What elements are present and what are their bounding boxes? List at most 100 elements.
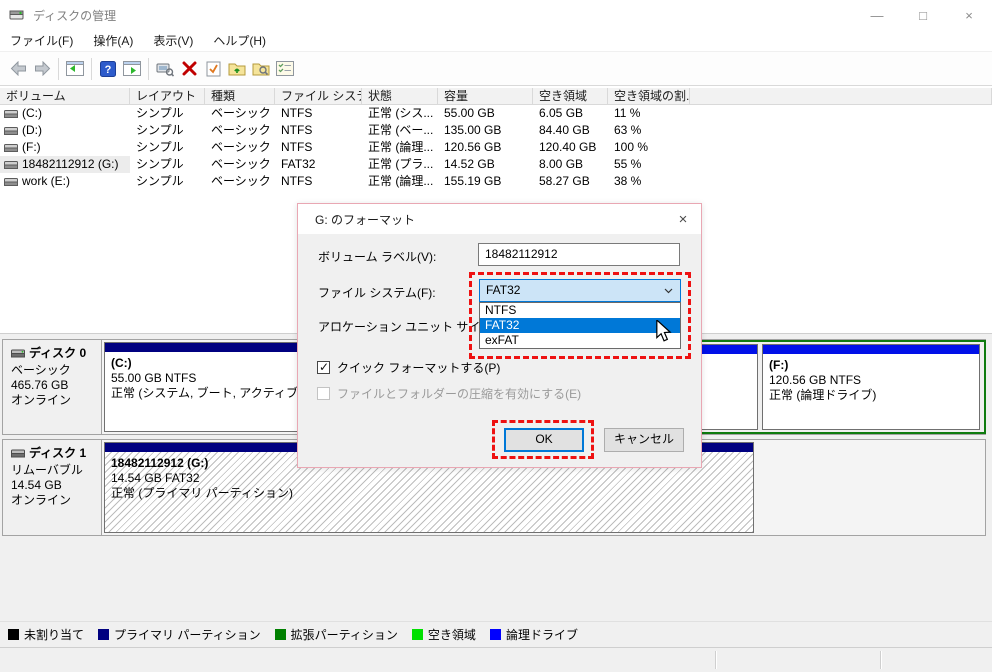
compression-checkbox (317, 387, 330, 400)
dialog-close-icon[interactable]: × (674, 210, 692, 228)
volume-layout: シンプル (130, 173, 205, 190)
volume-row[interactable]: work (E:) シンプル ベーシック NTFS 正常 (論理... 155.… (0, 173, 992, 190)
disk0-label[interactable]: ディスク 0 ベーシック 465.76 GB オンライン (3, 340, 102, 434)
column-header-layout[interactable]: レイアウト (130, 88, 205, 105)
volume-status: 正常 (シス... (362, 105, 438, 122)
folder-up-icon[interactable] (225, 57, 249, 81)
volume-icon (4, 160, 18, 170)
volume-status: 正常 (ベー... (362, 122, 438, 139)
folder-search-icon[interactable] (249, 57, 273, 81)
volume-type: ベーシック (205, 122, 275, 139)
volume-list-header: ボリューム レイアウト 種類 ファイル システム 状態 容量 空き領域 空き領域… (0, 88, 992, 105)
menu-file[interactable]: ファイル(F) (0, 30, 83, 52)
volume-capacity: 135.00 GB (438, 122, 533, 139)
volume-row[interactable]: (F:) シンプル ベーシック NTFS 正常 (論理... 120.56 GB… (0, 139, 992, 156)
volume-capacity: 155.19 GB (438, 173, 533, 190)
minimize-button[interactable]: — (854, 0, 900, 30)
volume-row[interactable]: (D:) シンプル ベーシック NTFS 正常 (ベー... 135.00 GB… (0, 122, 992, 139)
dropdown-option-ntfs[interactable]: NTFS (480, 303, 680, 318)
menu-help[interactable]: ヘルプ(H) (203, 30, 276, 52)
volume-fs: NTFS (275, 105, 362, 122)
volume-name: 18482112912 (G:) (22, 156, 119, 173)
compression-checkrow: ファイルとフォルダーの圧縮を有効にする(E) (317, 385, 581, 402)
disk0-size: 465.76 GB (11, 378, 101, 393)
volume-name: (F:) (22, 139, 41, 156)
title-bar: ディスクの管理 — □ × (0, 0, 992, 30)
column-header-filesystem[interactable]: ファイル システム (275, 88, 362, 105)
disk1-size: 14.54 GB (11, 478, 101, 493)
volume-free-pct: 55 % (608, 156, 690, 173)
disk-management-window: ディスクの管理 — □ × ファイル(F) 操作(A) 表示(V) ヘルプ(H)… (0, 0, 992, 672)
volume-status: 正常 (論理... (362, 173, 438, 190)
disk0-type: ベーシック (11, 363, 101, 378)
volume-status: 正常 (プラ... (362, 156, 438, 173)
volume-free-pct: 63 % (608, 122, 690, 139)
cancel-button[interactable]: キャンセル (604, 428, 684, 452)
volume-fs: NTFS (275, 139, 362, 156)
column-header-type[interactable]: 種類 (205, 88, 275, 105)
volume-fs: NTFS (275, 173, 362, 190)
column-header-free-pct[interactable]: 空き領域の割... (608, 88, 690, 105)
partition-f[interactable]: (F:) 120.56 GB NTFS 正常 (論理ドライブ) (762, 344, 980, 430)
maximize-button[interactable]: □ (900, 0, 946, 30)
menu-action[interactable]: 操作(A) (83, 30, 143, 52)
volume-name: work (E:) (22, 173, 70, 190)
toolbar: ? (0, 52, 992, 86)
disk1-status: オンライン (11, 493, 101, 508)
volume-layout: シンプル (130, 105, 205, 122)
volume-type: ベーシック (205, 105, 275, 122)
volume-row[interactable]: (C:) シンプル ベーシック NTFS 正常 (シス... 55.00 GB … (0, 105, 992, 122)
volume-row[interactable]: 18482112912 (G:) シンプル ベーシック FAT32 正常 (プラ… (0, 156, 992, 173)
column-header-volume[interactable]: ボリューム (0, 88, 130, 105)
properties-check-icon[interactable] (201, 57, 225, 81)
volume-name: (C:) (22, 105, 42, 122)
column-header-free[interactable]: 空き領域 (533, 88, 608, 105)
volume-type: ベーシック (205, 156, 275, 173)
volume-free: 6.05 GB (533, 105, 608, 122)
menu-bar: ファイル(F) 操作(A) 表示(V) ヘルプ(H) (0, 30, 992, 52)
volume-icon (4, 177, 18, 187)
toolbar-separator (58, 58, 59, 80)
dropdown-option-fat32[interactable]: FAT32 (480, 318, 680, 333)
close-button[interactable]: × (946, 0, 992, 30)
legend-swatch-logical (490, 629, 501, 640)
volume-label-input[interactable]: 18482112912 (478, 243, 680, 266)
task-list-icon[interactable] (273, 57, 297, 81)
ok-button[interactable]: OK (504, 428, 584, 452)
volume-fs: FAT32 (275, 156, 362, 173)
column-header-status[interactable]: 状態 (362, 88, 438, 105)
chevron-down-icon (664, 288, 673, 294)
volume-label-label: ボリューム ラベル(V): (318, 248, 436, 265)
menu-view[interactable]: 表示(V) (143, 30, 203, 52)
volume-free: 58.27 GB (533, 173, 608, 190)
volume-free-pct: 100 % (608, 139, 690, 156)
volume-free: 8.00 GB (533, 156, 608, 173)
column-header-capacity[interactable]: 容量 (438, 88, 533, 105)
file-system-dropdown: NTFS FAT32 exFAT (479, 302, 681, 349)
svg-text:?: ? (105, 64, 112, 76)
delete-icon[interactable] (177, 57, 201, 81)
file-system-combobox[interactable]: FAT32 (479, 279, 681, 302)
volume-capacity: 120.56 GB (438, 139, 533, 156)
quick-format-checkrow[interactable]: クイック フォーマットする(P) (317, 359, 500, 376)
connect-computer-icon[interactable] (153, 57, 177, 81)
action-pane-icon[interactable] (120, 57, 144, 81)
console-tree-icon[interactable] (63, 57, 87, 81)
disk1-type: リムーバブル (11, 463, 101, 478)
volume-status: 正常 (論理... (362, 139, 438, 156)
disk0-status: オンライン (11, 393, 101, 408)
volume-free-pct: 38 % (608, 173, 690, 190)
forward-icon[interactable] (30, 57, 54, 81)
legend-swatch-unallocated (8, 629, 19, 640)
toolbar-separator (91, 58, 92, 80)
volume-capacity: 55.00 GB (438, 105, 533, 122)
volume-layout: シンプル (130, 122, 205, 139)
dropdown-option-exfat[interactable]: exFAT (480, 333, 680, 348)
help-icon[interactable]: ? (96, 57, 120, 81)
disk1-label[interactable]: ディスク 1 リムーバブル 14.54 GB オンライン (3, 440, 102, 535)
back-icon[interactable] (6, 57, 30, 81)
volume-icon (4, 109, 18, 119)
volume-free: 120.40 GB (533, 139, 608, 156)
quick-format-checkbox[interactable] (317, 361, 330, 374)
dialog-body: ボリューム ラベル(V): 18482112912 ファイル システム(F): … (298, 234, 701, 467)
